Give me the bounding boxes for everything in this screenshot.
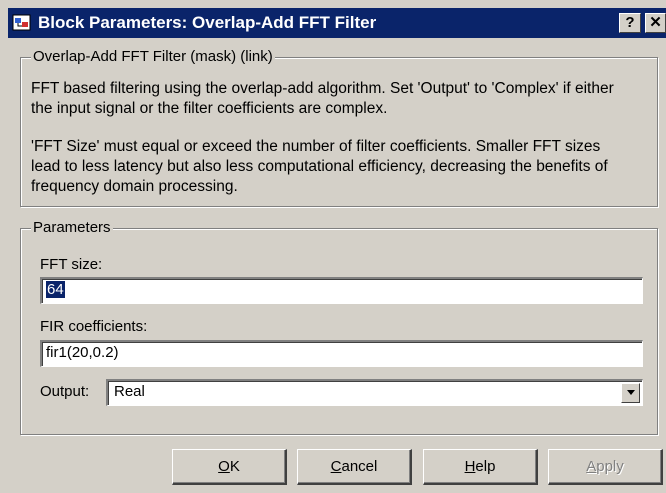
title-bar[interactable]: Block Parameters: Overlap-Add FFT Filter… bbox=[8, 8, 666, 38]
window-title: Block Parameters: Overlap-Add FFT Filter bbox=[38, 13, 377, 32]
fft-size-label: FFT size: bbox=[40, 256, 103, 273]
block-parameters-dialog: Block Parameters: Overlap-Add FFT Filter… bbox=[0, 0, 666, 493]
fft-size-input[interactable]: 64 bbox=[40, 277, 643, 304]
close-button[interactable]: ✕ bbox=[645, 13, 666, 33]
fir-coefficients-input[interactable]: fir1(20,0.2) bbox=[40, 340, 643, 367]
ok-button[interactable]: OK bbox=[172, 449, 287, 485]
parameters-group-legend: Parameters bbox=[31, 219, 113, 236]
mask-group-legend: Overlap-Add FFT Filter (mask) (link) bbox=[31, 48, 275, 65]
description-line-1: FFT based filtering using the overlap-ad… bbox=[31, 80, 614, 97]
output-selected-value: Real bbox=[114, 383, 145, 400]
output-select[interactable]: Real bbox=[106, 379, 643, 406]
help-button[interactable]: Help bbox=[423, 449, 538, 485]
chevron-down-icon bbox=[627, 390, 635, 395]
cancel-button[interactable]: Cancel bbox=[297, 449, 412, 485]
fir-coefficients-value: fir1(20,0.2) bbox=[46, 344, 119, 361]
output-dropdown-button[interactable] bbox=[621, 383, 640, 403]
description-line-4: lead to less latency but also less compu… bbox=[31, 158, 608, 175]
description-line-3: 'FFT Size' must equal or exceed the numb… bbox=[31, 138, 601, 155]
fft-size-value: 64 bbox=[46, 281, 65, 298]
description-line-2: the input signal or the filter coefficie… bbox=[31, 100, 388, 117]
fir-coefficients-label: FIR coefficients: bbox=[40, 318, 148, 335]
apply-button[interactable]: Apply bbox=[548, 449, 663, 485]
description-line-5: frequency domain processing. bbox=[31, 178, 238, 195]
simulink-block-icon bbox=[12, 13, 32, 33]
output-label: Output: bbox=[40, 383, 90, 400]
help-title-button[interactable]: ? bbox=[619, 13, 641, 33]
close-icon: ✕ bbox=[649, 14, 662, 31]
